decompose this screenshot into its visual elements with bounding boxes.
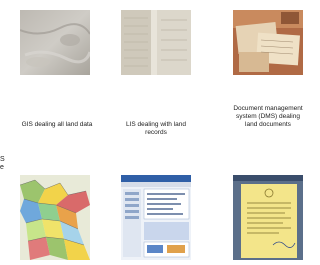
edge-fragment-line2: e xyxy=(0,164,4,171)
gis-caption: GIS dealing all land data xyxy=(21,121,93,128)
gis-map-screenshot xyxy=(20,175,90,260)
lis-software-screenshot xyxy=(121,175,191,260)
dms-scanned-document xyxy=(233,175,303,260)
gis-texture-photo xyxy=(20,10,90,75)
edge-fragment-line1: S xyxy=(0,156,5,163)
lis-paper-records-photo xyxy=(121,10,191,75)
dms-caption: Document management system (DMS) dealing… xyxy=(233,105,303,128)
dms-document-bundle-photo xyxy=(233,10,303,75)
lis-caption: LIS dealing with land records xyxy=(126,121,186,136)
